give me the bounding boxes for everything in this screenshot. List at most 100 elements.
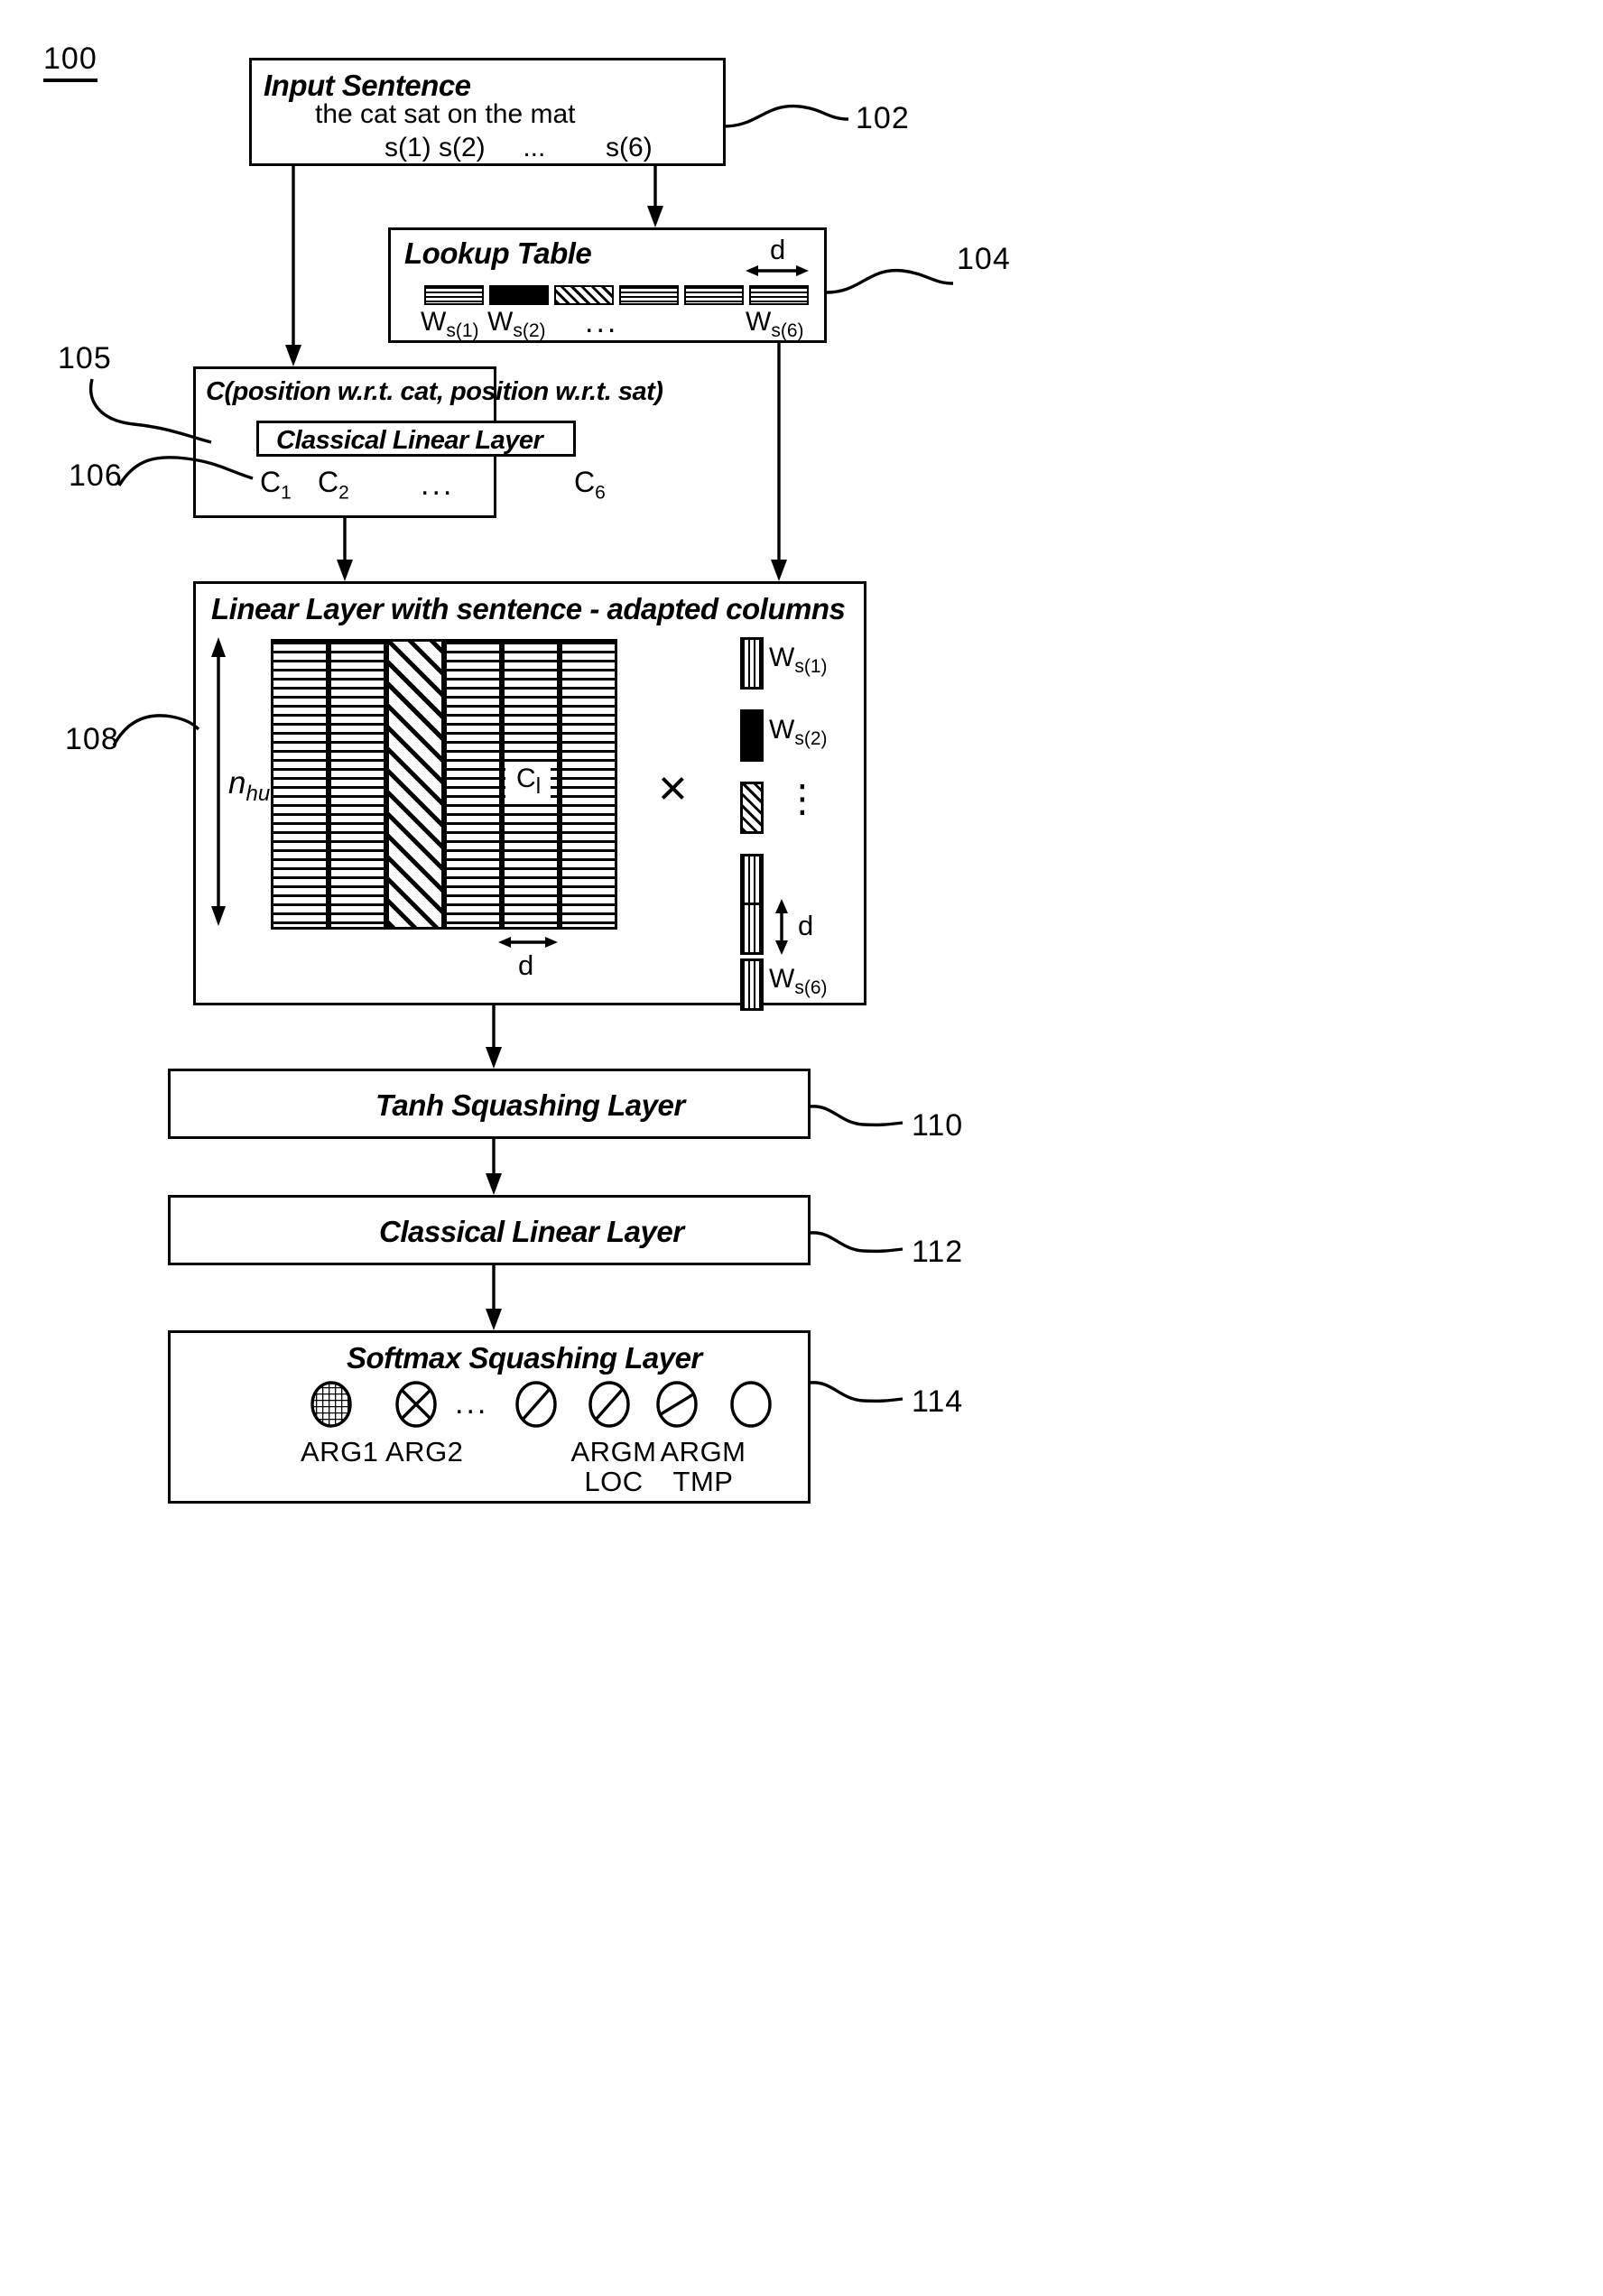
context-label-c2-sub: 2 [338, 482, 349, 504]
ref-leader-110 [810, 1105, 903, 1127]
softmax-label-argm-loc: ARGM LOC [570, 1437, 657, 1497]
vector-label-ws1-sub: s(1) [794, 656, 828, 677]
vector-vdots: ⋮ [783, 777, 821, 819]
arrow-lookup-to-linear [771, 343, 787, 581]
softmax-label-argm-tmp-line2: TMP [672, 1466, 734, 1498]
ref-leader-106 [117, 456, 254, 486]
softmax-label-argm-tmp: ARGM TMP [660, 1437, 746, 1497]
context-label-c6: C6 [574, 466, 606, 504]
input-sentence-title: Input Sentence [264, 69, 471, 102]
softmax-circle-empty-icon [730, 1381, 772, 1428]
ref-number-110: 110 [912, 1108, 964, 1143]
ref-leader-102 [723, 104, 849, 128]
vector-cell-4 [740, 854, 764, 906]
ref-leader-104 [826, 268, 954, 294]
softmax-label-arg1: ARG1 [301, 1436, 379, 1467]
lookup-label-ws1-sub: s(1) [446, 320, 479, 341]
tanh-title: Tanh Squashing Layer [375, 1088, 685, 1122]
lookup-dim-arrow [746, 265, 809, 276]
softmax-label-argm-tmp-line1: ARGM [660, 1436, 746, 1467]
context-label-c6-main: C [574, 466, 596, 498]
vector-dim-label-d: d [798, 910, 814, 941]
softmax-circle-arg2-icon [395, 1381, 437, 1428]
ref-number-102: 102 [856, 101, 910, 135]
ref-number-106: 106 [69, 458, 123, 493]
lookup-cell-6 [749, 285, 809, 305]
lookup-cell-1 [424, 285, 484, 305]
vector-label-ws1: Ws(1) [769, 643, 828, 678]
lookup-label-ws2-sub: s(2) [513, 320, 546, 341]
lookup-label-ws1: Ws(1) [421, 307, 479, 342]
matrix-width-arrow [498, 937, 558, 948]
softmax-circle-arg1-icon [310, 1381, 352, 1428]
vector-label-ws6-main: W [769, 964, 795, 994]
matrix-cell-cl-sub: l [535, 773, 542, 799]
softmax-title: Softmax Squashing Layer [347, 1341, 702, 1375]
lookup-ellipsis: ... [585, 305, 619, 339]
context-label-c2-main: C [318, 466, 339, 498]
matrix-column-4 [444, 639, 502, 930]
nhu-label-sub: hu [246, 782, 271, 806]
softmax-label-arg2: ARG2 [385, 1436, 464, 1467]
ref-number-114: 114 [912, 1384, 964, 1419]
ref-leader-112 [810, 1231, 903, 1254]
lookup-label-ws2: Ws(2) [487, 307, 546, 342]
vector-label-ws6: Ws(6) [769, 964, 828, 999]
softmax-label-argm-loc-line2: LOC [584, 1466, 644, 1498]
ref-leader-114 [810, 1381, 903, 1403]
lookup-label-ws6-main: W [746, 307, 772, 337]
lookup-cell-2 [489, 285, 549, 305]
vector-label-ws6-sub: s(6) [794, 977, 828, 998]
vector-label-ws1-main: W [769, 643, 795, 672]
classical-linear-inner-title: Classical Linear Layer [276, 426, 543, 455]
arrow-input-to-lookup [647, 166, 663, 227]
matrix-column-3 [386, 639, 444, 930]
ref-number-104: 104 [957, 242, 1011, 276]
lookup-cell-4 [619, 285, 679, 305]
matrix-column-2 [329, 639, 386, 930]
arrow-input-to-context [285, 166, 301, 366]
softmax-label-argm-loc-line1: ARGM [570, 1436, 657, 1467]
input-sentence-text: the cat sat on the mat [315, 99, 576, 129]
lookup-dim-label-d: d [770, 234, 786, 265]
ref-leader-108 [112, 714, 200, 746]
arrow-tanh-to-classical [486, 1139, 502, 1195]
vector-dim-arrow [775, 899, 788, 955]
classical-linear-title: Classical Linear Layer [379, 1215, 684, 1248]
nhu-dimension-arrow [211, 637, 226, 926]
lookup-label-ws1-main: W [421, 307, 447, 337]
lookup-table-title: Lookup Table [404, 236, 592, 270]
matrix-cell-cl-main: C [516, 764, 536, 793]
ref-number-105: 105 [58, 341, 112, 375]
ref-number-108: 108 [65, 722, 119, 756]
lookup-label-ws6-sub: s(6) [771, 320, 804, 341]
vector-cell-6 [740, 958, 764, 1011]
vector-cell-1 [740, 637, 764, 690]
nhu-label-main: n [228, 765, 246, 801]
softmax-circle-argm-loc-icon [588, 1381, 630, 1428]
lookup-cell-5 [684, 285, 744, 305]
context-label-c6-sub: 6 [595, 482, 606, 504]
matrix-cell-cl-label: Cl [516, 764, 541, 800]
vector-cell-2 [740, 709, 764, 762]
linear-layer-title: Linear Layer with sentence - adapted col… [211, 592, 846, 625]
vector-cell-3 [740, 782, 764, 834]
softmax-circle-argm-tmp-icon [656, 1381, 698, 1428]
arrow-linear-to-tanh [486, 1005, 502, 1069]
context-label-c2: C2 [318, 466, 349, 504]
arrow-context-to-linear [337, 518, 353, 581]
lookup-label-ws2-main: W [487, 307, 514, 337]
matrix-width-label-d: d [518, 949, 534, 981]
lookup-cell-3 [554, 285, 614, 305]
nhu-label: nhu [228, 765, 270, 807]
vector-label-ws2-sub: s(2) [794, 728, 828, 749]
lookup-label-ws6: Ws(6) [746, 307, 804, 342]
vector-label-ws2: Ws(2) [769, 715, 828, 750]
input-sentence-tokens: s(1) s(2) ... s(6) [385, 133, 653, 162]
softmax-ellipsis: ... [455, 1386, 489, 1421]
softmax-circle-3-icon [515, 1381, 557, 1428]
vector-cell-5 [740, 903, 764, 955]
context-ellipsis: ... [421, 468, 455, 502]
matrix-column-6 [560, 639, 617, 930]
figure-number: 100 [43, 42, 97, 82]
